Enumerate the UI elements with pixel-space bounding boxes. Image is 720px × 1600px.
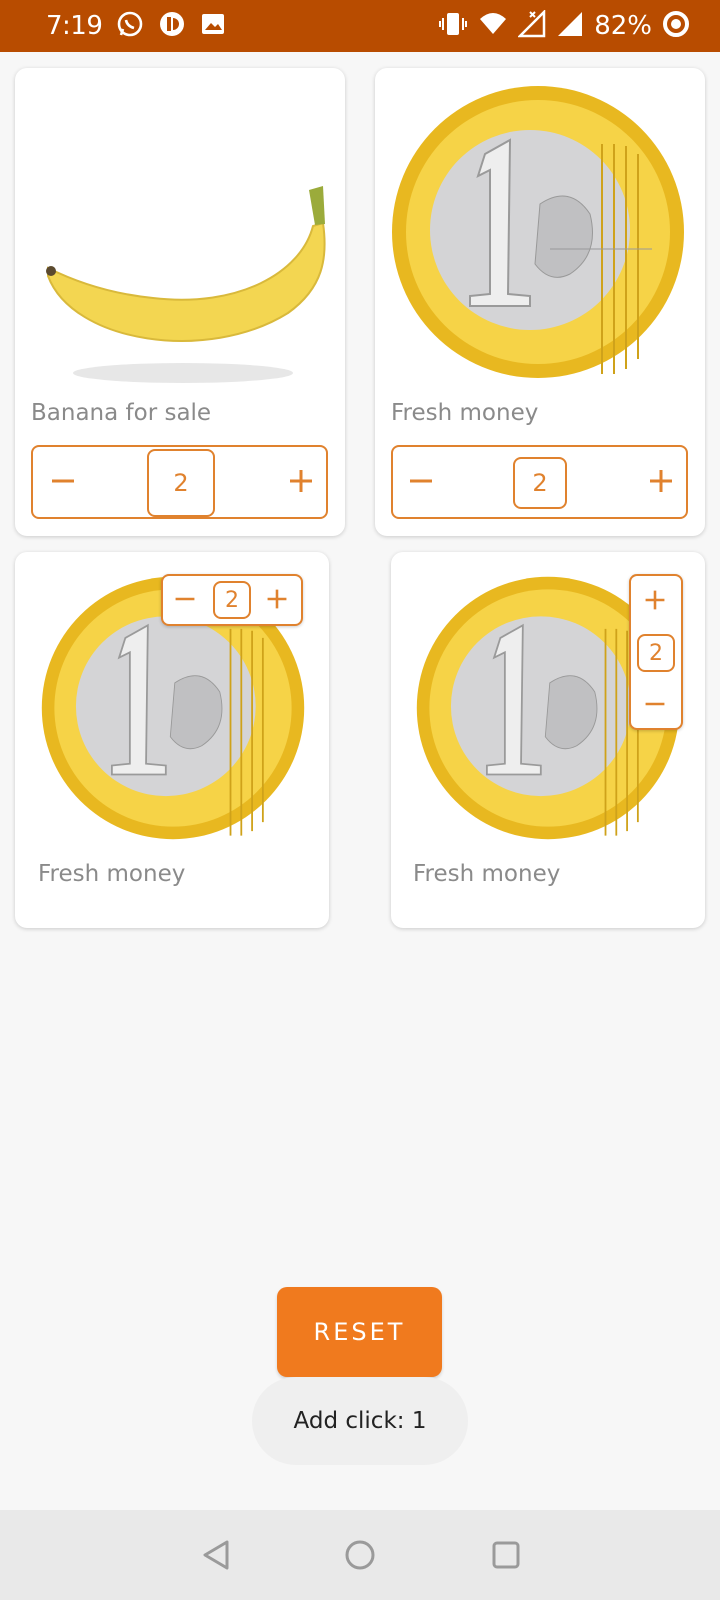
euro-coin-image (390, 84, 686, 385)
quantity-value: 2 (513, 457, 567, 509)
increase-button[interactable] (647, 467, 675, 495)
wifi-icon (478, 10, 508, 43)
whatsapp-icon (116, 10, 144, 43)
status-time: 7:19 (46, 11, 103, 41)
increase-button[interactable] (643, 588, 667, 612)
product-label: Fresh money (391, 400, 539, 426)
quantity-stepper: 2 (629, 574, 683, 730)
product-card-money-2[interactable]: Fresh money 2 (15, 552, 329, 928)
increase-button[interactable] (265, 587, 289, 611)
quantity-stepper: 2 (161, 574, 303, 626)
decrease-button[interactable] (173, 587, 197, 611)
product-card-money-1[interactable]: Fresh money 2 (375, 68, 705, 536)
product-label: Fresh money (38, 861, 186, 887)
quantity-stepper: 2 (31, 445, 328, 519)
decrease-button[interactable] (49, 467, 77, 495)
recents-icon[interactable] (483, 1532, 529, 1578)
battery-ring-icon (662, 10, 690, 43)
quantity-value: 2 (213, 581, 251, 619)
gallery-icon (200, 12, 226, 41)
home-icon[interactable] (337, 1532, 383, 1578)
product-card-banana[interactable]: Banana for sale 2 (15, 68, 345, 536)
increase-button[interactable] (287, 467, 315, 495)
product-label: Fresh money (413, 861, 561, 887)
quantity-stepper: 2 (391, 445, 688, 519)
signal-icon (517, 8, 546, 43)
quantity-value: 2 (637, 634, 675, 672)
app-notification-icon (158, 10, 186, 43)
decrease-button[interactable] (643, 692, 667, 716)
vibrate-icon (438, 10, 468, 43)
navigation-bar (0, 1510, 720, 1600)
toast-message: Add click: 1 (252, 1377, 468, 1465)
battery-percent: 82% (594, 11, 652, 41)
product-card-money-3[interactable]: Fresh money 2 (391, 552, 705, 928)
back-icon[interactable] (193, 1532, 239, 1578)
signal-icon (556, 10, 584, 43)
product-label: Banana for sale (31, 400, 212, 426)
banana-image (33, 138, 333, 403)
quantity-value: 2 (147, 449, 215, 517)
status-bar: 7:19 82% (0, 0, 720, 52)
decrease-button[interactable] (407, 467, 435, 495)
reset-button[interactable]: RESET (277, 1287, 442, 1377)
